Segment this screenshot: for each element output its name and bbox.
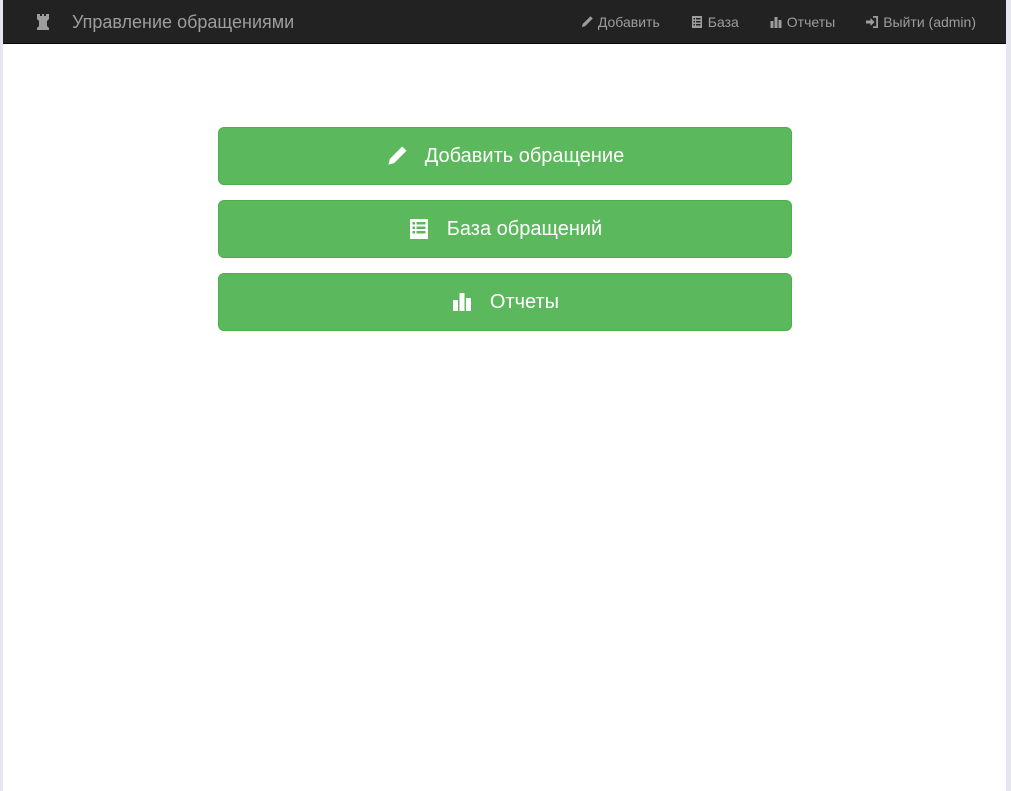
navbar-menu: Добавить База Отчеты Выйти (admin)	[580, 0, 976, 44]
page: Управление обращениями Добавить База Отч…	[0, 0, 1011, 791]
pencil-icon	[386, 145, 408, 167]
nav-add-label: Добавить	[597, 14, 660, 30]
requests-base-button-label: База обращений	[446, 217, 603, 240]
nav-add[interactable]: Добавить	[580, 14, 660, 30]
navbar-brand-label: Управление обращениями	[72, 11, 295, 32]
stats-icon	[451, 291, 473, 313]
reports-button[interactable]: Отчеты	[218, 273, 792, 331]
add-request-button-label: Добавить обращение	[424, 144, 625, 167]
nav-reports[interactable]: Отчеты	[769, 14, 835, 30]
top-navbar: Управление обращениями Добавить База Отч…	[3, 0, 1006, 44]
nav-base[interactable]: База	[690, 14, 739, 30]
nav-logout[interactable]: Выйти (admin)	[865, 14, 976, 30]
window-edge-left	[0, 0, 3, 791]
nav-logout-label: Выйти (admin)	[883, 14, 976, 30]
reports-button-label: Отчеты	[489, 290, 560, 313]
navbar-brand[interactable]: Управление обращениями	[33, 0, 294, 44]
nav-reports-label: Отчеты	[786, 14, 836, 30]
list-icon	[408, 218, 430, 240]
list-icon	[690, 15, 704, 29]
pencil-icon	[580, 15, 594, 29]
requests-base-button[interactable]: База обращений	[218, 200, 792, 258]
nav-base-label: База	[707, 14, 739, 30]
window-edge-right	[1006, 0, 1011, 791]
main-actions: Добавить обращение База обращений Отчеты	[218, 127, 792, 346]
tower-icon	[33, 12, 53, 32]
log-in-icon	[865, 15, 879, 29]
add-request-button[interactable]: Добавить обращение	[218, 127, 792, 185]
stats-icon	[769, 15, 783, 29]
